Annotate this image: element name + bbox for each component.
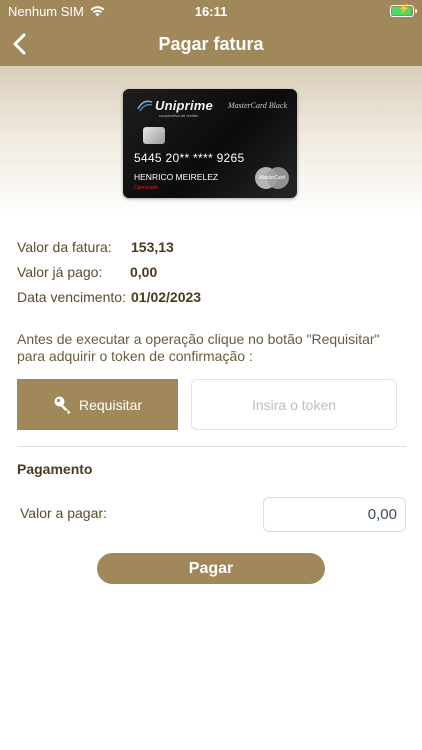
card-chip: [143, 127, 165, 144]
status-bar: Nenhum SIM 16:11 ⚡: [0, 0, 422, 22]
card-status: Cancelado: [134, 185, 158, 191]
card-hero: Uniprime cooperativa de crédito MasterCa…: [0, 66, 422, 216]
card-number: 5445 20** **** 9265: [134, 151, 245, 165]
invoice-amount-value: 153,13: [131, 239, 174, 255]
request-token-button[interactable]: Requisitar: [17, 379, 178, 430]
card-issuer-tagline: cooperativa de crédito: [159, 113, 199, 118]
token-instructions: Antes de executar a operação clique no b…: [17, 331, 380, 364]
card-brand-line: MasterCard Black: [227, 101, 287, 110]
token-input[interactable]: [191, 379, 397, 430]
key-icon: [54, 396, 71, 414]
battery-icon: ⚡: [390, 4, 417, 17]
due-date-value: 01/02/2023: [131, 289, 202, 305]
request-token-label: Requisitar: [78, 396, 143, 413]
nav-bar: Pagar fatura: [0, 22, 422, 66]
section-divider: [17, 446, 406, 447]
charging-bolt-icon: ⚡: [398, 4, 411, 15]
payment-amount-label: Valor a pagar:: [20, 505, 107, 521]
page-title: Pagar fatura: [158, 34, 264, 54]
paid-amount-value: 0,00: [130, 264, 158, 280]
credit-card: Uniprime cooperativa de crédito MasterCa…: [123, 89, 297, 198]
card-holder: HENRICO MEIRELEZ: [134, 172, 219, 182]
card-issuer: Uniprime: [155, 98, 213, 113]
payment-amount-input[interactable]: [263, 497, 406, 532]
paid-amount-label: Valor já pago:: [17, 264, 103, 280]
card-network: MasterCard: [258, 175, 286, 181]
due-date-label: Data vencimento:: [17, 289, 126, 305]
invoice-amount-label: Valor da fatura:: [17, 239, 112, 255]
mastercard-logo-icon: MasterCard: [255, 167, 289, 189]
uniprime-logo-icon: [137, 100, 153, 112]
pay-button[interactable]: Pagar: [97, 553, 325, 584]
payment-section-title: Pagamento: [17, 461, 93, 477]
status-time: 16:11: [194, 4, 228, 19]
